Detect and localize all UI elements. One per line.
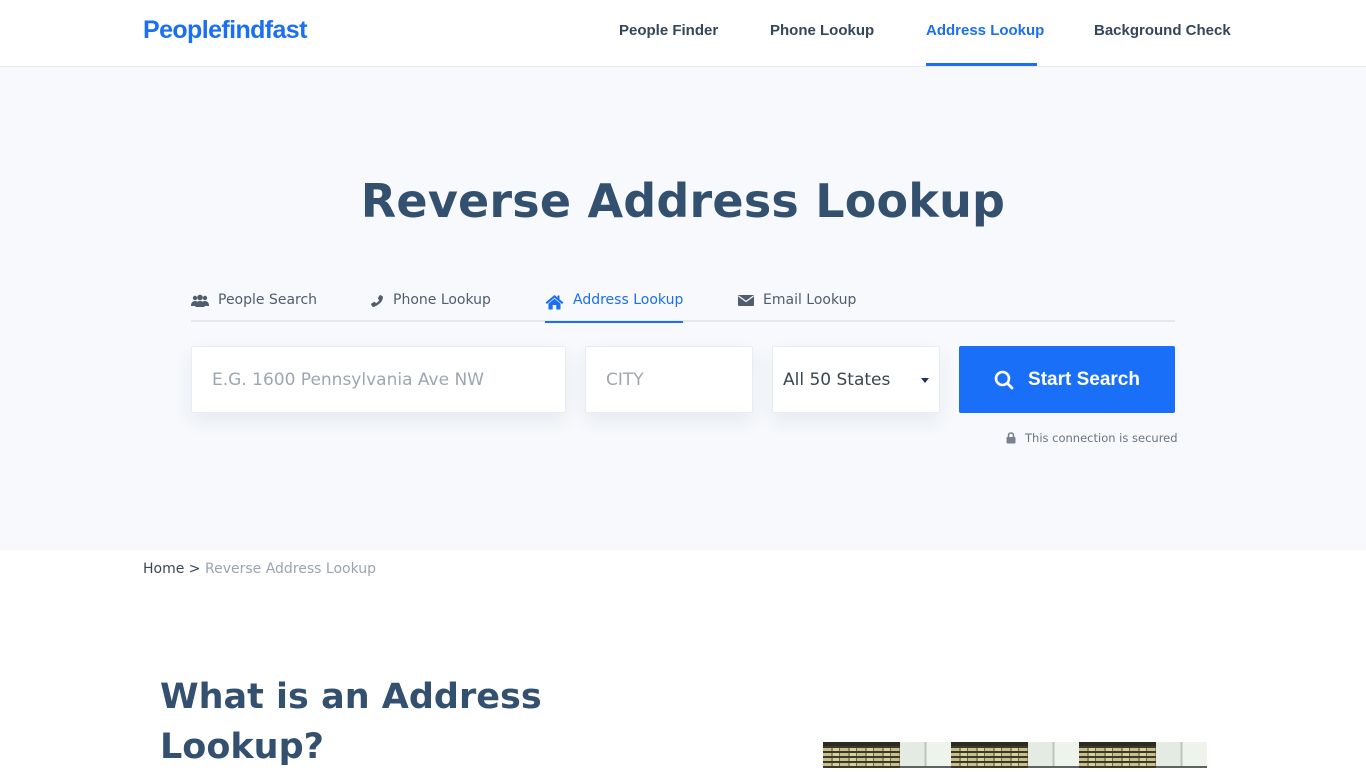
site-logo[interactable]: Peoplefindfast xyxy=(143,16,307,45)
tab-label: Phone Lookup xyxy=(393,292,491,308)
phone-icon xyxy=(371,295,384,308)
page-title: Reverse Address Lookup xyxy=(360,174,1006,228)
lock-icon xyxy=(1006,432,1016,444)
secure-text: This connection is secured xyxy=(1025,431,1178,445)
address-input[interactable] xyxy=(192,347,565,412)
nav-people-finder[interactable]: People Finder xyxy=(619,22,718,39)
nav-background-check[interactable]: Background Check xyxy=(1094,22,1231,39)
breadcrumb-separator: > xyxy=(188,561,201,577)
image-window-segment xyxy=(1156,742,1207,768)
address-field-wrapper xyxy=(191,346,566,413)
breadcrumb-home[interactable]: Home xyxy=(143,561,184,577)
image-brick-segment xyxy=(823,742,901,768)
site-header: Peoplefindfast People Finder Phone Looku… xyxy=(0,0,1366,67)
nav-active-indicator xyxy=(926,63,1037,66)
tab-people-search[interactable]: People Search xyxy=(191,292,317,322)
tab-label: Address Lookup xyxy=(573,292,684,308)
image-brick-segment xyxy=(1079,742,1157,768)
start-search-label: Start Search xyxy=(1028,368,1140,390)
tab-address-lookup[interactable]: Address Lookup xyxy=(545,292,684,323)
nav-address-lookup[interactable]: Address Lookup xyxy=(926,22,1044,39)
start-search-button[interactable]: Start Search xyxy=(959,346,1175,413)
tab-phone-lookup[interactable]: Phone Lookup xyxy=(370,292,491,322)
tab-label: People Search xyxy=(218,292,318,308)
search-icon xyxy=(994,370,1014,389)
city-field-wrapper xyxy=(585,346,753,413)
image-brick-segment xyxy=(951,742,1029,768)
users-icon xyxy=(191,294,209,307)
building-facade-image xyxy=(823,742,1207,768)
envelope-icon xyxy=(738,295,754,306)
secure-connection-note: This connection is secured xyxy=(1006,431,1178,445)
city-input[interactable] xyxy=(586,347,752,412)
breadcrumb: Home > Reverse Address Lookup xyxy=(143,561,376,577)
caret-down-icon xyxy=(921,378,929,383)
hero-section: Reverse Address Lookup People Search Pho… xyxy=(0,67,1366,550)
image-window-segment xyxy=(900,742,951,768)
state-select[interactable]: All 50 States xyxy=(772,346,940,413)
search-tabs: People Search Phone Lookup Address Looku… xyxy=(191,286,1175,323)
image-window-segment xyxy=(1028,742,1079,768)
nav-phone-lookup[interactable]: Phone Lookup xyxy=(770,22,874,39)
breadcrumb-current: Reverse Address Lookup xyxy=(204,561,377,577)
state-select-value: All 50 States xyxy=(783,370,891,390)
tab-label: Email Lookup xyxy=(763,292,857,308)
tab-email-lookup[interactable]: Email Lookup xyxy=(738,292,856,322)
section-title: What is an Address Lookup? xyxy=(160,677,542,767)
home-icon xyxy=(545,295,564,310)
